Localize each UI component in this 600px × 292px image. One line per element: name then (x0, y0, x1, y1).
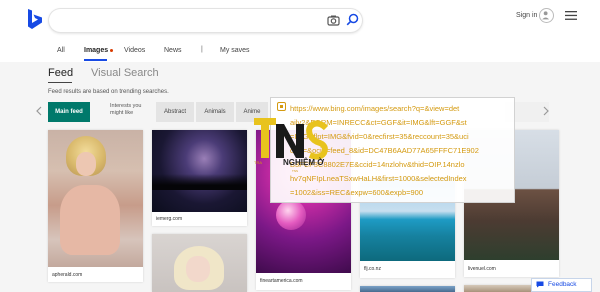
filter-chip-abstract[interactable]: Abstract (156, 102, 194, 122)
image-detail (276, 200, 306, 230)
image-card[interactable] (152, 234, 247, 292)
nav-active-underline (84, 59, 107, 61)
image-source[interactable]: flj.co.nz (364, 266, 381, 272)
image-detail (60, 185, 120, 255)
filter-main-feed[interactable]: Main feed (48, 102, 90, 122)
image-source[interactable]: livenuel.com (468, 266, 496, 272)
tab-feed[interactable]: Feed (48, 67, 73, 79)
nav-all[interactable]: All (57, 47, 65, 54)
feed-subtitle: Feed results are based on trending searc… (48, 89, 169, 95)
nav-images[interactable]: Images (84, 47, 108, 54)
search-input[interactable] (59, 12, 309, 29)
image-thumbnail[interactable] (152, 234, 247, 292)
filter-chip-animals[interactable]: Animals (196, 102, 234, 122)
image-detail (186, 256, 210, 282)
image-source[interactable]: apherald.com (52, 272, 82, 278)
image-thumbnail[interactable] (48, 130, 143, 267)
watermark-small-text: TNS (292, 169, 298, 173)
image-thumbnail[interactable] (360, 286, 455, 292)
nav-news[interactable]: News (164, 47, 182, 54)
sign-in-link[interactable]: Sign in (516, 12, 537, 19)
link-icon (277, 102, 286, 111)
bing-logo-icon[interactable] (27, 8, 43, 30)
hamburger-icon[interactable] (565, 11, 577, 20)
nav-separator: | (201, 46, 203, 53)
watermark-caption: TRA (254, 160, 262, 165)
image-card[interactable]: apherald.com (48, 130, 143, 282)
image-card[interactable]: iemerg.com (152, 130, 247, 226)
camera-icon[interactable] (327, 14, 340, 26)
top-bar: Sign in All Images Videos News | My save… (0, 0, 600, 62)
nav-videos[interactable]: Videos (124, 47, 145, 54)
notification-dot (110, 49, 113, 52)
feedback-icon (536, 281, 544, 288)
watermark-subtitle: NGHIỆM Ờ (283, 158, 325, 167)
tooltip-url-line: hv7qNFIpLneaTSxwHaLH&first=1000&selected… (290, 174, 467, 183)
image-detail (152, 174, 247, 190)
search-icon[interactable] (346, 13, 359, 26)
tooltip-url-line: =1002&iss=REC&expw=600&expb=900 (290, 188, 424, 197)
chevron-right-icon[interactable] (543, 106, 549, 116)
image-detail (76, 152, 96, 176)
image-source[interactable]: fineartamerica.com (260, 278, 303, 284)
chevron-left-icon[interactable] (36, 106, 42, 116)
tooltip-url-line: https://www.bing.com/images/search?q=&vi… (290, 104, 460, 113)
image-card[interactable] (360, 286, 455, 292)
filter-hint: Interests you might like (110, 103, 142, 116)
avatar-icon[interactable] (539, 8, 554, 23)
tab-visual-search[interactable]: Visual Search (91, 67, 159, 79)
nav-my-saves[interactable]: My saves (220, 47, 250, 54)
image-thumbnail[interactable] (152, 130, 247, 212)
tab-underline (48, 82, 72, 83)
image-source[interactable]: iemerg.com (156, 216, 182, 222)
search-box[interactable] (49, 9, 362, 32)
